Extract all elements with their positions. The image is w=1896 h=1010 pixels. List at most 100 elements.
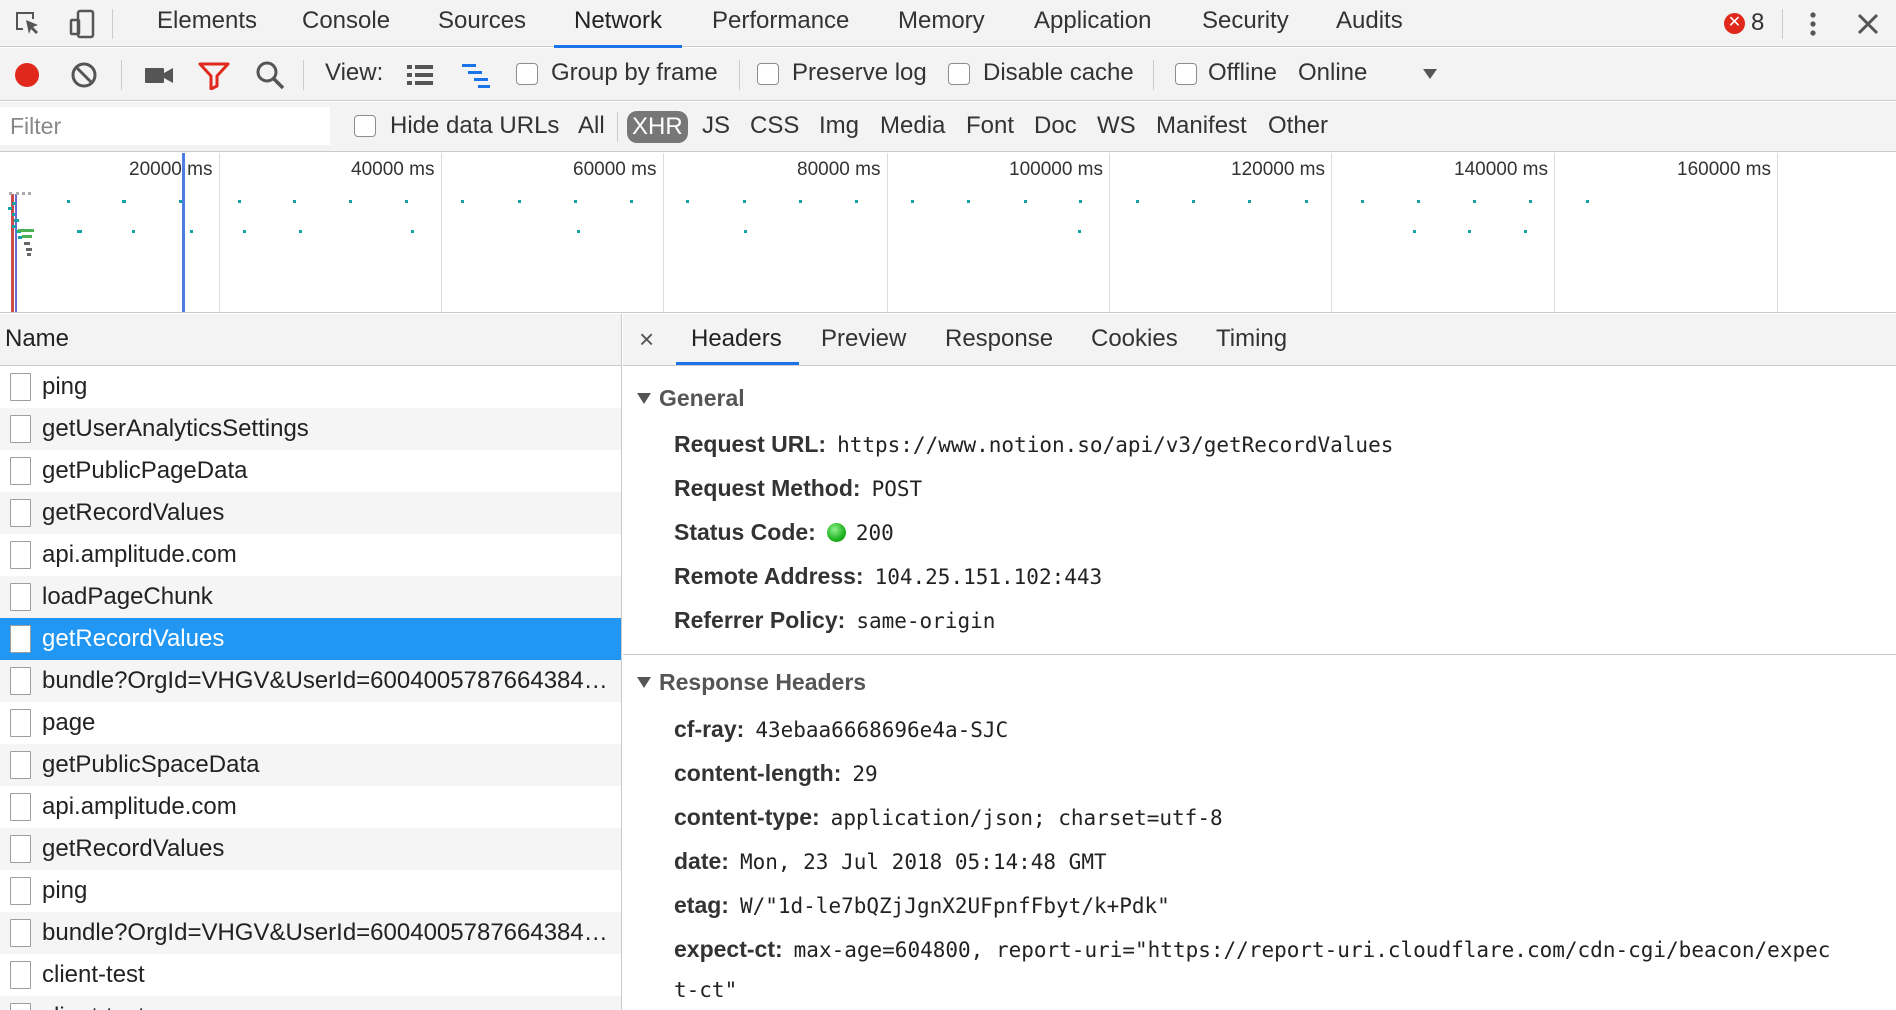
file-icon: [10, 583, 31, 611]
table-row[interactable]: bundle?OrgId=VHGV&UserId=600400578766438…: [0, 912, 621, 954]
file-icon: [10, 373, 31, 401]
waterfall-view-icon[interactable]: [460, 61, 492, 94]
error-count: 8: [1751, 9, 1765, 36]
close-devtools-icon[interactable]: [1852, 8, 1884, 40]
table-row[interactable]: loadPageChunk: [0, 576, 621, 618]
filter-type-manifest[interactable]: Manifest: [1156, 102, 1247, 152]
header-key: cf-ray:: [674, 716, 745, 742]
table-row[interactable]: page: [0, 702, 621, 744]
group-by-frame-checkbox[interactable]: [516, 63, 538, 85]
table-row[interactable]: getRecordValues: [0, 618, 621, 660]
search-icon[interactable]: [254, 59, 286, 96]
general-section-toggle[interactable]: General: [637, 385, 745, 412]
request-details: × Headers Preview Response Cookies Timin…: [623, 314, 1896, 1010]
tab-cookies[interactable]: Cookies: [1091, 314, 1178, 364]
network-overview[interactable]: 20000 ms 40000 ms 60000 ms 80000 ms 1000…: [0, 153, 1896, 313]
status-ok-icon: [826, 523, 846, 542]
name-column-header[interactable]: Name: [0, 314, 621, 366]
filter-type-img[interactable]: Img: [819, 102, 859, 152]
filter-input[interactable]: [0, 107, 330, 145]
error-counter[interactable]: ✕ 8: [1724, 6, 1764, 40]
tab-response[interactable]: Response: [945, 314, 1053, 364]
table-row[interactable]: bundle?OrgId=VHGV&UserId=600400578766438…: [0, 660, 621, 702]
offline-label[interactable]: Offline: [1208, 48, 1277, 101]
table-row[interactable]: ping: [0, 366, 621, 408]
request-name: ping: [42, 877, 88, 904]
table-row[interactable]: ping: [0, 870, 621, 912]
table-row[interactable]: getPublicSpaceData: [0, 744, 621, 786]
section-divider: [623, 654, 1896, 655]
tab-elements[interactable]: Elements: [157, 0, 257, 47]
throttling-select[interactable]: Online: [1298, 48, 1367, 101]
table-row[interactable]: getPublicPageData: [0, 450, 621, 492]
hide-data-urls-label[interactable]: Hide data URLs: [390, 102, 559, 152]
header-value: 200: [855, 521, 894, 545]
request-name: getPublicSpaceData: [42, 751, 260, 778]
table-row[interactable]: getRecordValues: [0, 492, 621, 534]
header-row: cf-ray: 43ebaa6668696e4a-SJC: [674, 716, 1008, 743]
file-icon: [10, 541, 31, 569]
tab-preview[interactable]: Preview: [821, 314, 906, 364]
request-name: page: [42, 709, 96, 736]
request-name: client-test: [42, 961, 145, 988]
device-toolbar-icon[interactable]: [66, 8, 98, 40]
filter-type-ws[interactable]: WS: [1097, 102, 1136, 152]
file-icon: [10, 667, 31, 695]
filter-type-all[interactable]: All: [578, 102, 605, 152]
tab-network[interactable]: Network: [553, 0, 683, 48]
filter-icon[interactable]: [198, 60, 230, 95]
header-row: Referrer Policy: same-origin: [674, 607, 995, 634]
current-time-marker: [182, 153, 185, 312]
header-key: Remote Address:: [674, 563, 864, 589]
request-name: ping: [42, 373, 88, 400]
offline-checkbox[interactable]: [1175, 63, 1197, 85]
disable-cache-checkbox[interactable]: [948, 63, 970, 85]
tab-audits[interactable]: Audits: [1336, 0, 1403, 47]
header-value: t-ct": [674, 978, 738, 1002]
table-row[interactable]: client-test: [0, 996, 621, 1010]
preserve-log-label[interactable]: Preserve log: [792, 48, 927, 101]
tab-application[interactable]: Application: [1034, 0, 1151, 47]
capture-screenshots-icon[interactable]: [143, 60, 175, 95]
header-key: date:: [674, 848, 729, 874]
filter-type-doc[interactable]: Doc: [1034, 102, 1077, 152]
preserve-log-checkbox[interactable]: [757, 63, 779, 85]
filter-type-css[interactable]: CSS: [750, 102, 799, 152]
header-value: 104.25.151.102:443: [874, 565, 1103, 589]
tab-timing[interactable]: Timing: [1216, 314, 1287, 364]
large-rows-icon[interactable]: [405, 61, 435, 94]
more-options-icon[interactable]: [1797, 8, 1829, 40]
inspect-element-icon[interactable]: [12, 8, 44, 40]
close-details-icon[interactable]: ×: [639, 314, 654, 364]
tab-console[interactable]: Console: [302, 0, 390, 47]
record-icon[interactable]: [12, 60, 42, 95]
tab-security[interactable]: Security: [1202, 0, 1289, 47]
filter-type-other[interactable]: Other: [1268, 102, 1328, 152]
tab-memory[interactable]: Memory: [898, 0, 985, 47]
table-row[interactable]: api.amplitude.com: [0, 786, 621, 828]
hide-data-urls-checkbox[interactable]: [354, 115, 376, 137]
tab-sources[interactable]: Sources: [438, 0, 526, 47]
clear-icon[interactable]: [69, 60, 99, 95]
filter-type-font[interactable]: Font: [966, 102, 1014, 152]
file-icon: [10, 919, 31, 947]
chevron-down-icon[interactable]: [1421, 67, 1439, 86]
triangle-down-icon: [637, 677, 651, 688]
details-tab-bar: × Headers Preview Response Cookies Timin…: [623, 314, 1896, 366]
filter-type-js[interactable]: JS: [702, 102, 730, 152]
filter-type-media[interactable]: Media: [880, 102, 945, 152]
divider: [112, 9, 113, 39]
response-headers-section-toggle[interactable]: Response Headers: [637, 669, 866, 696]
filter-type-xhr[interactable]: XHR: [627, 111, 688, 143]
group-by-frame-label[interactable]: Group by frame: [551, 48, 718, 101]
header-row: date: Mon, 23 Jul 2018 05:14:48 GMT: [674, 848, 1107, 875]
tab-performance[interactable]: Performance: [712, 0, 849, 47]
request-name: bundle?OrgId=VHGV&UserId=600400578766438…: [42, 667, 612, 694]
table-row[interactable]: client-test: [0, 954, 621, 996]
table-row[interactable]: api.amplitude.com: [0, 534, 621, 576]
table-row[interactable]: getRecordValues: [0, 828, 621, 870]
disable-cache-label[interactable]: Disable cache: [983, 48, 1134, 101]
table-row[interactable]: getUserAnalyticsSettings: [0, 408, 621, 450]
header-key: Status Code:: [674, 519, 816, 545]
tab-headers[interactable]: Headers: [676, 314, 799, 365]
